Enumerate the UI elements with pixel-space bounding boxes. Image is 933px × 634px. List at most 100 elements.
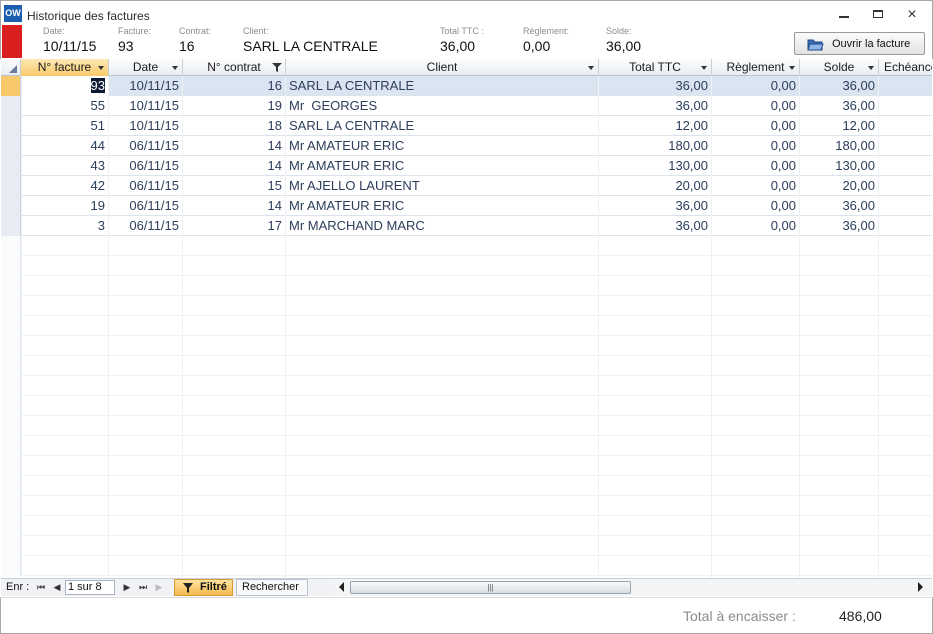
cell-contrat[interactable]: 18: [183, 116, 286, 136]
cell-client[interactable]: Mr AMATEUR ERIC: [286, 136, 599, 156]
scroll-left-icon[interactable]: [339, 582, 344, 592]
cell-date[interactable]: 06/11/15: [109, 196, 183, 216]
sort-dropdown-icon[interactable]: [98, 66, 104, 70]
cell-client[interactable]: SARL LA CENTRALE: [286, 116, 599, 136]
sort-dropdown-icon[interactable]: [172, 66, 178, 70]
row-selector[interactable]: [1, 76, 21, 96]
filter-active-icon[interactable]: [272, 63, 282, 72]
cell-date[interactable]: 06/11/15: [109, 216, 183, 236]
cell-reglement[interactable]: 0,00: [712, 156, 800, 176]
column-header-reglement[interactable]: Règlement: [712, 59, 800, 76]
previous-record-icon[interactable]: ◀: [52, 582, 62, 593]
last-record-icon[interactable]: ⏭: [138, 582, 148, 593]
cell-contrat[interactable]: 15: [183, 176, 286, 196]
cell-contrat[interactable]: 14: [183, 136, 286, 156]
cell-facture[interactable]: 19: [21, 196, 109, 216]
column-header-client[interactable]: Client: [286, 59, 599, 76]
cell-facture[interactable]: 93: [21, 76, 109, 96]
cell-contrat[interactable]: 14: [183, 196, 286, 216]
row-selector[interactable]: [1, 116, 21, 136]
horizontal-scrollbar[interactable]: |||: [334, 579, 932, 596]
cell-facture[interactable]: 44: [21, 136, 109, 156]
cell-solde[interactable]: 130,00: [800, 156, 879, 176]
cell-contrat[interactable]: 19: [183, 96, 286, 116]
column-header-date[interactable]: Date: [109, 59, 183, 76]
new-record-icon[interactable]: ▶: [154, 582, 164, 593]
cell-facture[interactable]: 43: [21, 156, 109, 176]
cell-date[interactable]: 10/11/15: [109, 116, 183, 136]
table-row[interactable]: 19 06/11/15 14 Mr AMATEUR ERIC 36,00 0,0…: [1, 196, 932, 216]
cell-client[interactable]: Mr GEORGES: [286, 96, 599, 116]
cell-total[interactable]: 20,00: [599, 176, 712, 196]
sort-dropdown-icon[interactable]: [868, 66, 874, 70]
table-row[interactable]: 43 06/11/15 14 Mr AMATEUR ERIC 130,00 0,…: [1, 156, 932, 176]
sort-dropdown-icon[interactable]: [789, 66, 795, 70]
cell-total[interactable]: 36,00: [599, 216, 712, 236]
cell-solde[interactable]: 20,00: [800, 176, 879, 196]
cell-reglement[interactable]: 0,00: [712, 196, 800, 216]
table-row[interactable]: 93 10/11/15 16 SARL LA CENTRALE 36,00 0,…: [1, 76, 932, 96]
row-selector[interactable]: [1, 176, 21, 196]
cell-date[interactable]: 06/11/15: [109, 176, 183, 196]
cell-solde[interactable]: 36,00: [800, 96, 879, 116]
filter-toggle-button[interactable]: Filtré: [174, 579, 233, 596]
cell-reglement[interactable]: 0,00: [712, 116, 800, 136]
row-selector[interactable]: [1, 156, 21, 176]
record-counter-input[interactable]: 1 sur 8: [65, 580, 115, 595]
cell-solde[interactable]: 36,00: [800, 76, 879, 96]
scrollbar-thumb[interactable]: |||: [350, 581, 631, 594]
cell-client[interactable]: Mr AJELLO LAURENT: [286, 176, 599, 196]
sort-dropdown-icon[interactable]: [588, 66, 594, 70]
cell-facture[interactable]: 3: [21, 216, 109, 236]
close-icon[interactable]: ×: [901, 7, 923, 23]
scroll-right-icon[interactable]: [918, 582, 923, 592]
table-row[interactable]: 55 10/11/15 19 Mr GEORGES 36,00 0,00 36,…: [1, 96, 932, 116]
cell-solde[interactable]: 12,00: [800, 116, 879, 136]
cell-contrat[interactable]: 17: [183, 216, 286, 236]
cell-solde[interactable]: 36,00: [800, 196, 879, 216]
open-invoice-button[interactable]: Ouvrir la facture: [794, 32, 925, 55]
minimize-icon[interactable]: [833, 7, 855, 23]
cell-reglement[interactable]: 0,00: [712, 216, 800, 236]
cell-facture[interactable]: 51: [21, 116, 109, 136]
column-header-contrat[interactable]: N° contrat: [183, 59, 286, 76]
cell-facture[interactable]: 55: [21, 96, 109, 116]
table-row[interactable]: 3 06/11/15 17 Mr MARCHAND MARC 36,00 0,0…: [1, 216, 932, 236]
column-header-echeance[interactable]: Echéance: [879, 59, 932, 76]
row-selector[interactable]: [1, 96, 21, 116]
cell-reglement[interactable]: 0,00: [712, 176, 800, 196]
cell-total[interactable]: 180,00: [599, 136, 712, 156]
cell-total[interactable]: 36,00: [599, 96, 712, 116]
next-record-icon[interactable]: ▶: [122, 582, 132, 593]
cell-solde[interactable]: 36,00: [800, 216, 879, 236]
table-row[interactable]: 51 10/11/15 18 SARL LA CENTRALE 12,00 0,…: [1, 116, 932, 136]
cell-date[interactable]: 06/11/15: [109, 136, 183, 156]
cell-facture[interactable]: 42: [21, 176, 109, 196]
cell-date[interactable]: 10/11/15: [109, 76, 183, 96]
column-header-total[interactable]: Total TTC: [599, 59, 712, 76]
search-input[interactable]: Rechercher: [236, 579, 308, 596]
cell-client[interactable]: Mr AMATEUR ERIC: [286, 196, 599, 216]
cell-total[interactable]: 12,00: [599, 116, 712, 136]
row-selector[interactable]: [1, 136, 21, 156]
cell-contrat[interactable]: 16: [183, 76, 286, 96]
cell-reglement[interactable]: 0,00: [712, 76, 800, 96]
cell-reglement[interactable]: 0,00: [712, 136, 800, 156]
cell-reglement[interactable]: 0,00: [712, 96, 800, 116]
select-all-corner[interactable]: [1, 59, 21, 76]
row-selector[interactable]: [1, 216, 21, 236]
table-row[interactable]: 42 06/11/15 15 Mr AJELLO LAURENT 20,00 0…: [1, 176, 932, 196]
table-row[interactable]: 44 06/11/15 14 Mr AMATEUR ERIC 180,00 0,…: [1, 136, 932, 156]
cell-total[interactable]: 36,00: [599, 196, 712, 216]
column-header-facture[interactable]: N° facture: [21, 59, 109, 76]
row-selector[interactable]: [1, 196, 21, 216]
cell-date[interactable]: 06/11/15: [109, 156, 183, 176]
cell-contrat[interactable]: 14: [183, 156, 286, 176]
restore-icon[interactable]: [867, 7, 889, 23]
sort-dropdown-icon[interactable]: [701, 66, 707, 70]
cell-total[interactable]: 130,00: [599, 156, 712, 176]
cell-total[interactable]: 36,00: [599, 76, 712, 96]
cell-client[interactable]: SARL LA CENTRALE: [286, 76, 599, 96]
cell-solde[interactable]: 180,00: [800, 136, 879, 156]
cell-client[interactable]: Mr AMATEUR ERIC: [286, 156, 599, 176]
